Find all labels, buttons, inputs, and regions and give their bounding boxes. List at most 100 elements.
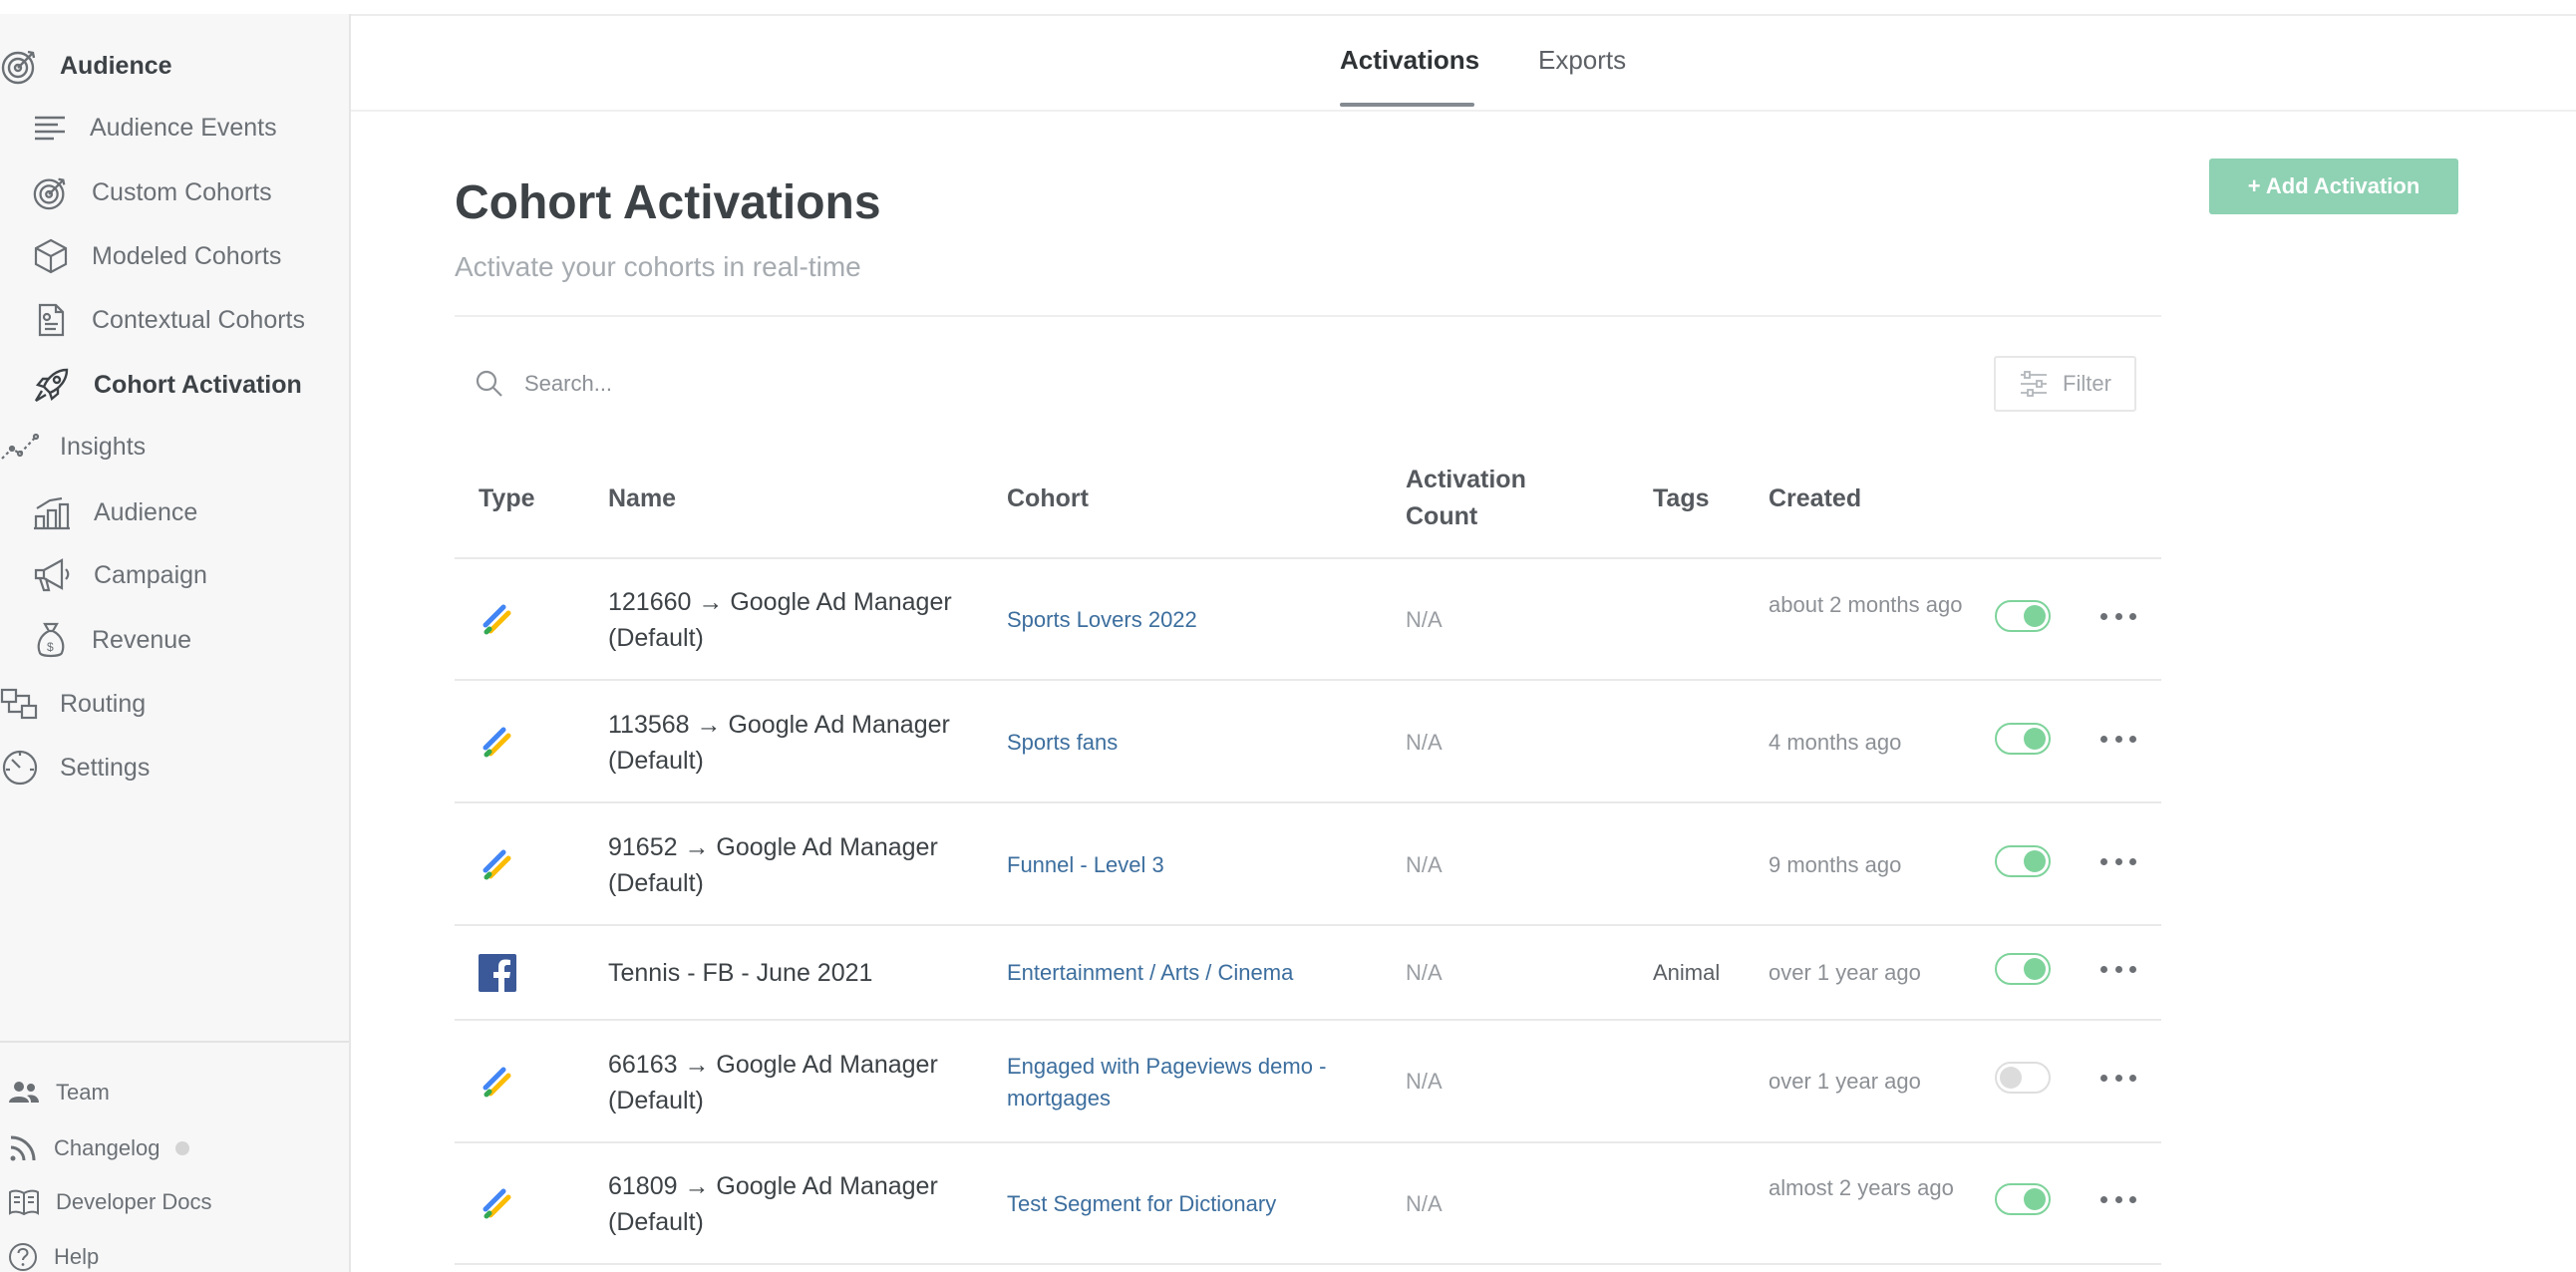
activation-count: N/A [1406,1191,1443,1216]
column-header-type[interactable]: Type [479,480,535,517]
activation-toggle[interactable] [1995,1062,2051,1094]
column-header-created[interactable]: Created [1769,480,1861,517]
cohort-link[interactable]: Sports fans [1007,727,1346,759]
activation-toggle[interactable] [1995,845,2051,877]
sliders-icon [2021,371,2048,397]
activation-count: N/A [1406,730,1443,755]
tab-exports[interactable]: Exports [1538,45,1626,76]
activation-count: N/A [1406,960,1443,985]
sidebar-item-changelog[interactable]: Changelog [8,1133,190,1163]
more-actions-icon[interactable] [2100,963,2136,975]
sidebar-item-label: Audience Events [90,113,277,142]
sidebar-divider [0,1041,349,1043]
google-ad-manager-icon [483,1067,511,1098]
cube-icon [34,238,68,274]
sidebar-item-insights[interactable]: Insights [0,429,146,465]
activation-name: 66163 → Google Ad Manager (Default) [608,1051,938,1114]
sidebar-item-modeled-cohorts[interactable]: Modeled Cohorts [32,237,281,275]
sidebar-item-insights-audience[interactable]: Audience [32,492,197,532]
activation-name: Tennis - FB - June 2021 [608,959,873,987]
column-header-cohort[interactable]: Cohort [1007,480,1089,517]
gauge-icon [2,750,38,786]
row-divider [455,1263,2161,1265]
sidebar-item-label: Routing [60,689,147,718]
sidebar-item-audience[interactable]: Audience [0,46,172,86]
header-divider [455,315,2161,317]
cohort-link[interactable]: Sports Lovers 2022 [1007,604,1346,636]
activation-name: 91652 → Google Ad Manager (Default) [608,833,938,897]
more-actions-icon[interactable] [2100,1072,2136,1084]
sidebar-item-cohort-activation[interactable]: Cohort Activation [32,365,302,405]
created-date: 4 months ago [1769,730,1902,755]
bar-people-icon [34,496,70,530]
column-header-name[interactable]: Name [608,480,676,517]
sidebar-item-contextual-cohorts[interactable]: Contextual Cohorts [32,301,305,339]
activation-toggle[interactable] [1995,723,2051,755]
sidebar-item-label: Cohort Activation [94,370,302,399]
filter-label: Filter [2063,371,2111,396]
rss-icon [10,1135,36,1161]
activation-name: 61809 → Google Ad Manager (Default) [608,1172,938,1236]
sidebar-item-help[interactable]: Help [8,1242,99,1272]
created-date: about 2 months ago [1769,592,1963,617]
cohort-link[interactable]: Engaged with Pageviews demo - mortgages [1007,1051,1346,1114]
add-activation-button[interactable]: + Add Activation [2209,159,2458,214]
sidebar-item-team[interactable]: Team [8,1079,110,1107]
sidebar-item-label: Changelog [54,1135,161,1160]
filter-button[interactable]: Filter [1994,356,2136,412]
tab-activations[interactable]: Activations [1340,45,1479,76]
google-ad-manager-icon [483,849,511,880]
document-icon [38,303,65,337]
help-icon [9,1243,37,1271]
sidebar-item-custom-cohorts[interactable]: Custom Cohorts [32,173,272,211]
row-divider [455,924,2161,926]
sidebar-item-campaign[interactable]: Campaign [32,556,207,594]
row-divider [455,1141,2161,1143]
page-subtitle: Activate your cohorts in real-time [455,251,861,282]
row-divider [455,679,2161,681]
toggle-knob [2024,605,2046,627]
activation-count: N/A [1406,852,1443,877]
cohort-link[interactable]: Entertainment / Arts / Cinema [1007,957,1346,989]
search-icon [476,370,502,397]
sidebar-item-label: Custom Cohorts [92,177,272,206]
lines-icon [35,116,65,141]
row-divider [455,1019,2161,1021]
activation-count: N/A [1406,1069,1443,1094]
activation-toggle[interactable] [1995,1183,2051,1215]
search-bar [475,369,1125,399]
sidebar-item-label: Campaign [94,560,207,589]
sidebar-item-settings[interactable]: Settings [0,748,150,788]
toggle-knob [2000,1067,2022,1089]
cohort-link[interactable]: Test Segment for Dictionary [1007,1188,1346,1220]
cohort-link[interactable]: Funnel - Level 3 [1007,849,1346,881]
sidebar-item-routing[interactable]: Routing [0,684,146,724]
column-header-tags[interactable]: Tags [1653,480,1710,517]
column-header-activation-line2: Count [1406,502,1478,530]
column-header-activation-count[interactable]: Activation Count [1406,462,1526,535]
search-input[interactable] [522,370,1125,398]
activation-toggle[interactable] [1995,953,2051,985]
rocket-icon [34,368,69,403]
more-actions-icon[interactable] [2100,610,2136,622]
sidebar-item-label: Audience [94,497,198,526]
created-date: over 1 year ago [1769,960,1921,985]
google-ad-manager-icon [483,1188,511,1219]
sidebar-item-label: Modeled Cohorts [92,241,282,270]
people-icon [9,1082,39,1103]
created-date: 9 months ago [1769,852,1902,877]
more-actions-icon[interactable] [2100,1193,2136,1205]
toggle-knob [2024,850,2046,872]
toggle-knob [2024,958,2046,980]
sidebar-item-revenue[interactable]: $ Revenue [32,620,191,660]
sidebar-item-label: Developer Docs [56,1189,212,1214]
more-actions-icon[interactable] [2100,733,2136,745]
sidebar-item-label: Contextual Cohorts [92,305,306,334]
more-actions-icon[interactable] [2100,855,2136,867]
sidebar-item-developer-docs[interactable]: Developer Docs [8,1188,212,1216]
svg-text:$: $ [47,640,54,654]
sidebar-item-audience-events[interactable]: Audience Events [32,110,277,146]
sidebar-item-label: Settings [60,753,151,782]
trend-icon [1,433,40,460]
activation-toggle[interactable] [1995,600,2051,632]
